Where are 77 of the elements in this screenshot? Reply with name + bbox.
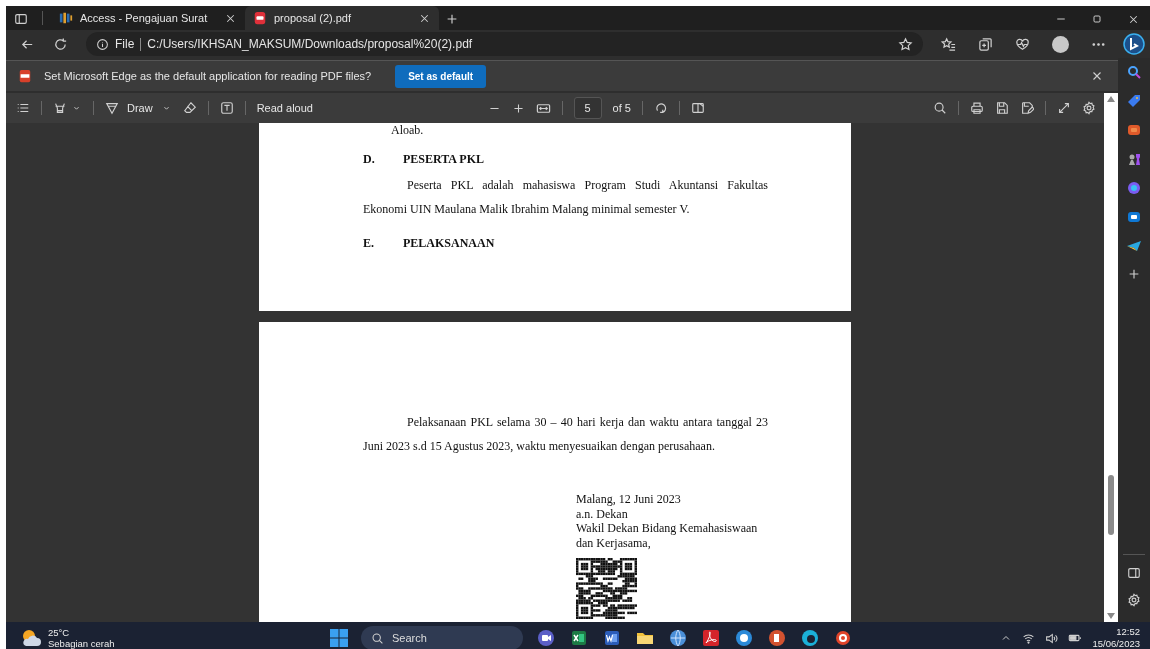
section-heading: PESERTA PKL xyxy=(403,151,485,168)
browser-tab[interactable]: proposal (2).pdf xyxy=(245,6,439,30)
tab-actions-icon[interactable] xyxy=(14,12,28,26)
browser-app-icon[interactable] xyxy=(800,628,820,648)
favorite-star-icon[interactable] xyxy=(898,36,913,52)
text-box-icon[interactable] xyxy=(219,101,234,115)
url-scheme: File xyxy=(115,37,135,51)
scrollbar-thumb[interactable] xyxy=(1108,475,1114,535)
spreadsheet-app-icon[interactable] xyxy=(569,628,589,648)
contents-icon[interactable] xyxy=(16,101,30,115)
weather-text: Sebagian cerah xyxy=(48,638,115,649)
video-meeting-icon[interactable] xyxy=(536,628,556,648)
target-app-icon[interactable] xyxy=(833,628,853,648)
draw-button[interactable]: Draw xyxy=(105,101,172,115)
globe-app-icon[interactable] xyxy=(668,628,688,648)
qr-code xyxy=(576,558,637,619)
temperature: 25°C xyxy=(48,627,71,638)
scroll-up-icon[interactable] xyxy=(1107,96,1115,102)
close-icon[interactable] xyxy=(1127,13,1140,26)
site-logo-icon xyxy=(59,11,73,25)
partly-cloudy-icon[interactable] xyxy=(20,628,42,648)
start-menu-icon[interactable] xyxy=(330,629,348,647)
wifi-icon[interactable] xyxy=(1022,631,1036,645)
side-panel-icon[interactable] xyxy=(1127,566,1141,580)
default-app-prompt: Set Microsoft Edge as the default application for reading PDF files? xyxy=(44,70,372,82)
url-text: C:/Users/IKHSAN_MAKSUM/Downloads/proposal%20(2).pdf xyxy=(147,37,474,51)
section-heading: PELAKSANAAN xyxy=(403,235,495,252)
page-count: of 5 xyxy=(612,102,631,114)
save-icon[interactable] xyxy=(995,101,1009,115)
page-number-field[interactable]: 5 xyxy=(573,97,602,119)
zoom-in-icon[interactable] xyxy=(511,101,525,115)
pen-tip-icon xyxy=(105,101,119,115)
pdf-file-icon xyxy=(18,69,32,83)
section-number: D. xyxy=(363,151,376,168)
read-aloud-button[interactable]: Read aloud xyxy=(256,102,313,114)
settings-icon[interactable] xyxy=(1127,593,1141,607)
search-icon[interactable] xyxy=(933,101,947,115)
search-icon xyxy=(371,631,384,645)
print-icon[interactable] xyxy=(970,101,984,115)
volume-icon[interactable] xyxy=(1045,631,1059,645)
refresh-icon[interactable] xyxy=(53,36,68,52)
page-view-icon[interactable] xyxy=(690,101,705,115)
eraser-icon[interactable] xyxy=(182,101,197,115)
profile-avatar[interactable] xyxy=(1052,35,1069,53)
search-icon[interactable] xyxy=(1126,64,1142,80)
clock-time[interactable]: 12:52 xyxy=(1092,626,1140,638)
new-tab-icon[interactable] xyxy=(445,12,459,26)
shopping-tag-icon[interactable] xyxy=(1126,93,1142,109)
body-paragraph: Peserta PKL adalah mahasiswa Program Studi Akuntansi Fakultas Ekonomi UIN Maulana Malik Ibrahim Malang minimal semester V. xyxy=(363,177,768,218)
rotate-icon[interactable] xyxy=(653,101,668,115)
chess-pieces-icon[interactable] xyxy=(1126,151,1142,167)
presentation-app-icon[interactable] xyxy=(767,628,787,648)
section-number: E. xyxy=(363,235,375,252)
browser-tab[interactable]: Access - Pengajuan Surat xyxy=(51,6,245,30)
health-icon[interactable] xyxy=(1015,36,1030,52)
clock-date[interactable]: 15/06/2023 xyxy=(1092,638,1140,649)
paper-plane-icon[interactable] xyxy=(1126,238,1142,254)
pdf-reader-icon[interactable] xyxy=(701,628,721,648)
body-paragraph: Pelaksanaan PKL selama 30 – 40 hari kerja dan waktu antara tanggal 23 Juni 2023 s.d 15 Agustus 2023, waktu menyesuaikan dengan perusahaan. xyxy=(363,414,768,455)
info-icon xyxy=(96,37,109,51)
restore-icon[interactable] xyxy=(1091,13,1103,25)
scroll-down-icon[interactable] xyxy=(1107,613,1115,619)
highlighter-icon[interactable] xyxy=(53,101,67,115)
set-as-default-button[interactable]: Set as default xyxy=(395,64,487,88)
settings-icon[interactable] xyxy=(1082,101,1096,115)
document-app-icon[interactable] xyxy=(602,628,622,648)
signature-text: Malang, 12 Juni 2023 a.n. Dekan Wakil Dekan Bidang Kemahasiswaan dan Kerjasama, xyxy=(576,492,759,550)
copilot-button[interactable] xyxy=(1123,33,1145,55)
favorites-icon[interactable] xyxy=(941,36,956,52)
address-field[interactable]: File C:/Users/IKHSAN_MAKSUM/Downloads/proposal%20(2).pdf xyxy=(86,32,923,56)
body-text: Aloab. xyxy=(391,123,425,137)
pdf-file-icon xyxy=(253,11,267,25)
collections-icon[interactable] xyxy=(978,36,993,52)
taskbar-search-button[interactable]: Search xyxy=(361,626,523,649)
add-icon[interactable] xyxy=(1127,267,1141,281)
save-as-icon[interactable] xyxy=(1020,101,1034,115)
full-screen-icon[interactable] xyxy=(1057,101,1071,115)
